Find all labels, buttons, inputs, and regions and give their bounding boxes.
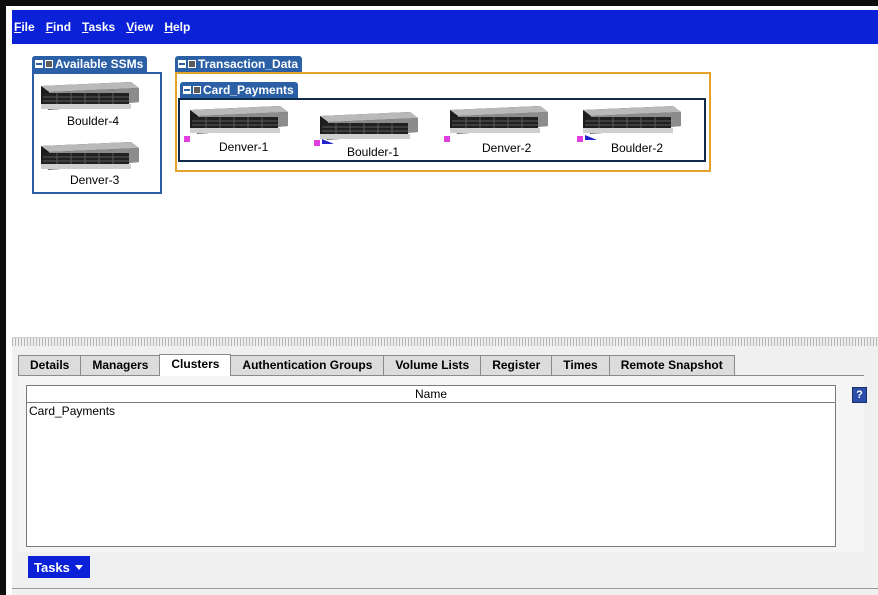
tab-clusters[interactable]: Clusters [159, 354, 232, 376]
collapse-icon[interactable] [183, 86, 191, 94]
tab-register[interactable]: Register [480, 355, 553, 375]
node-label[interactable]: Boulder-1 [347, 145, 399, 159]
menu-tasks[interactable]: Tasks [82, 20, 115, 34]
checkbox-icon[interactable] [45, 60, 53, 68]
storage-server-icon[interactable] [316, 110, 420, 144]
status-marker [577, 136, 583, 142]
status-marker [184, 136, 190, 142]
tab-strip: Details Managers Clusters Authentication… [18, 354, 735, 376]
menu-view[interactable]: View [126, 20, 153, 34]
management-group-title: Transaction_Data [198, 57, 299, 71]
table-row[interactable]: Card_Payments [27, 403, 835, 419]
collapse-icon[interactable] [178, 60, 186, 68]
bottom-border [12, 588, 878, 589]
tasks-button-label: Tasks [34, 559, 70, 575]
column-header-name[interactable]: Name [27, 386, 835, 403]
menu-find[interactable]: Find [46, 20, 71, 34]
node-label[interactable]: Boulder-2 [611, 141, 663, 155]
storage-server-icon[interactable] [186, 104, 290, 138]
clusters-table: Name Card_Payments [26, 385, 836, 547]
management-group-header[interactable]: Transaction_Data [175, 56, 303, 72]
menu-bar: File Find Tasks View Help [12, 10, 878, 44]
node-label[interactable]: Denver-2 [482, 141, 531, 155]
available-ssms-header[interactable]: Available SSMs [32, 56, 148, 72]
node-label[interactable]: Denver-1 [219, 140, 268, 154]
node-label[interactable]: Denver-3 [70, 173, 119, 187]
storage-server-icon[interactable] [579, 104, 683, 138]
storage-server-icon[interactable] [37, 80, 141, 114]
storage-server-icon[interactable] [37, 140, 141, 174]
help-icon[interactable]: ? [852, 387, 867, 403]
storage-server-icon[interactable] [446, 104, 550, 138]
checkbox-icon[interactable] [188, 60, 196, 68]
tasks-button[interactable]: Tasks [28, 556, 90, 578]
available-ssms-title: Available SSMs [55, 57, 144, 71]
tab-times[interactable]: Times [551, 355, 610, 375]
collapse-icon[interactable] [35, 60, 43, 68]
menu-file[interactable]: File [14, 20, 35, 34]
status-marker [444, 136, 450, 142]
menu-help[interactable]: Help [164, 20, 190, 34]
tab-managers[interactable]: Managers [80, 355, 161, 375]
tab-authentication-groups[interactable]: Authentication Groups [230, 355, 385, 375]
tab-volume-lists[interactable]: Volume Lists [383, 355, 482, 375]
status-marker [314, 140, 320, 146]
cluster-title: Card_Payments [203, 83, 294, 97]
checkbox-icon[interactable] [193, 86, 201, 94]
node-label[interactable]: Boulder-4 [67, 114, 119, 128]
tab-details[interactable]: Details [18, 355, 82, 375]
caret-down-icon [74, 564, 83, 570]
cluster-header[interactable]: Card_Payments [180, 82, 298, 98]
tab-remote-snapshot[interactable]: Remote Snapshot [608, 355, 735, 375]
